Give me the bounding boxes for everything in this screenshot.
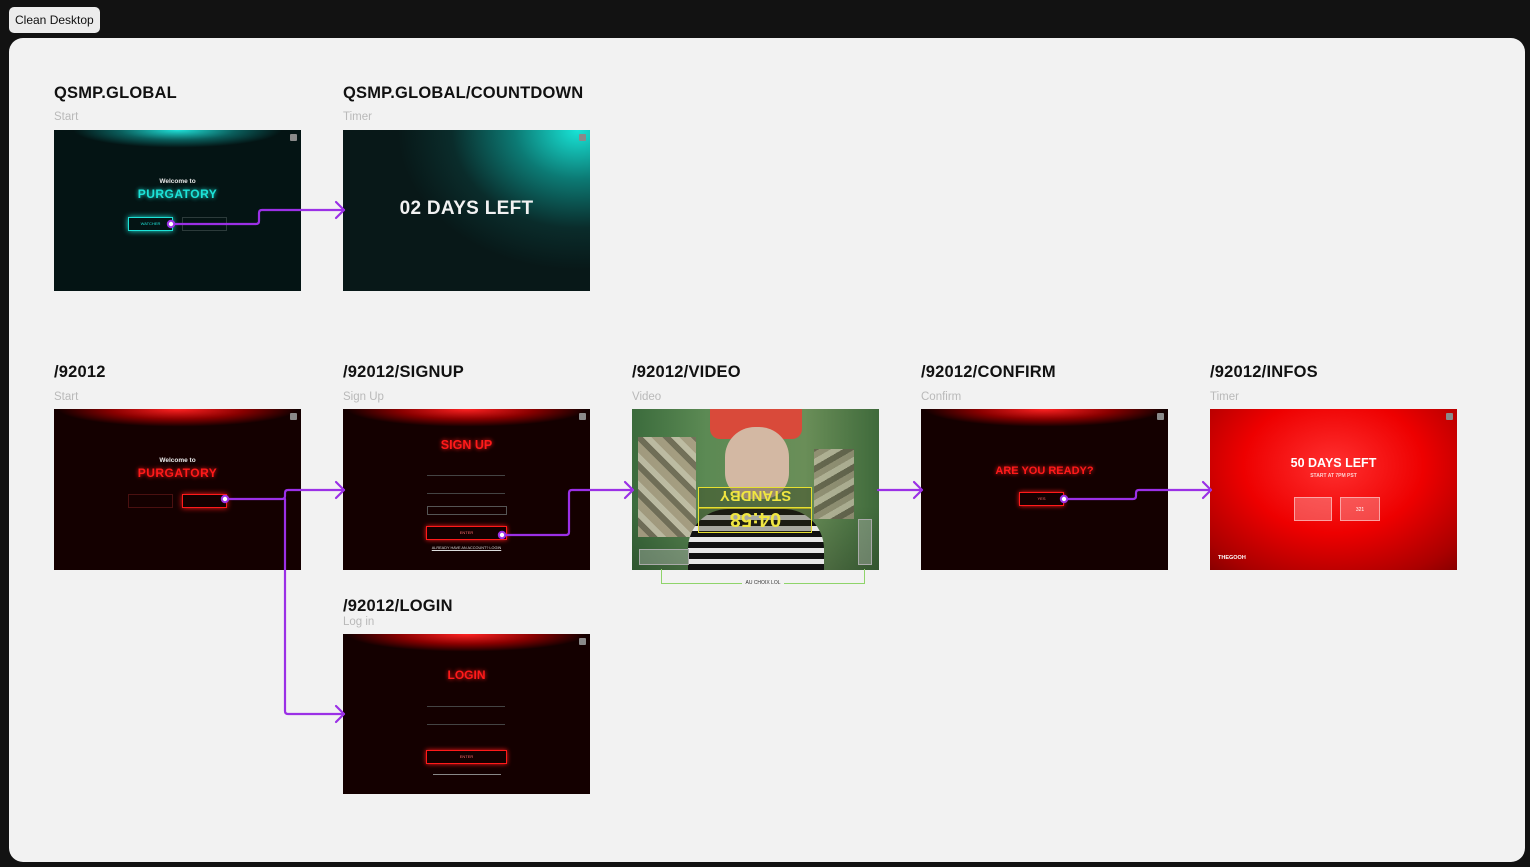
password-field[interactable] — [427, 724, 505, 725]
secondary-button[interactable] — [128, 494, 173, 508]
ready-question: ARE YOU READY? — [995, 465, 1094, 477]
bracket-label-text: AU CHOIX LOL — [742, 580, 784, 586]
info-card-2: 321 — [1340, 497, 1380, 521]
welcome-text: Welcome to — [159, 178, 196, 185]
frame-subtitle-confirm: Confirm — [921, 391, 962, 403]
enter-button[interactable]: ENTER — [426, 526, 507, 540]
frame-subtitle-countdown: Timer — [343, 111, 372, 123]
login-link[interactable]: ALREADY HAVE AN ACCOUNT? LOGIN — [343, 546, 590, 550]
frame-subtitle-login: Log in — [343, 616, 375, 628]
purgatory-heading: PURGATORY — [137, 466, 218, 480]
frame-subtitle-video: Video — [632, 391, 662, 403]
days-left-text: 50 DAYS LEFT — [1290, 456, 1377, 470]
frame-thumbnail-qsmp-global[interactable]: Welcome to PURGATORY WATCHER — [54, 130, 301, 291]
days-left-text: 02 DAYS LEFT — [399, 198, 534, 219]
frame-title-login: /92012/LOGIN — [343, 597, 453, 615]
frame-title-92012: /92012 — [54, 363, 106, 381]
control-bar-left[interactable] — [639, 549, 689, 565]
start-time-text: START AT 7PM PST — [1310, 473, 1357, 479]
close-icon — [579, 413, 586, 420]
username-field[interactable] — [427, 706, 505, 707]
timer-text: 04:58 — [729, 508, 782, 530]
signup-link[interactable] — [433, 774, 501, 775]
close-icon — [290, 413, 297, 420]
frame-title-countdown: QSMP.GLOBAL/COUNTDOWN — [343, 84, 584, 102]
watcher-button[interactable]: WATCHER — [128, 217, 173, 231]
frame-thumbnail-infos[interactable]: 50 DAYS LEFT START AT 7PM PST 321 THEGOO… — [1210, 409, 1457, 570]
frame-subtitle-signup: Sign Up — [343, 391, 384, 403]
video-bracket-label: AU CHOIX LOL — [661, 580, 865, 586]
frame-thumbnail-92012[interactable]: Welcome to PURGATORY — [54, 409, 301, 570]
frame-thumbnail-signup[interactable]: SIGN UP ENTER ALREADY HAVE AN ACCOUNT? L… — [343, 409, 590, 570]
close-icon — [1446, 413, 1453, 420]
frame-subtitle-qsmp-global: Start — [54, 111, 79, 123]
login-heading: LOGIN — [447, 668, 486, 682]
password-field[interactable] — [427, 493, 505, 494]
frame-title-video: /92012/VIDEO — [632, 363, 741, 381]
username-field[interactable] — [427, 475, 505, 476]
frame-subtitle-92012: Start — [54, 391, 79, 403]
frame-thumbnail-countdown[interactable]: 02 DAYS LEFT — [343, 130, 590, 291]
frame-title-infos: /92012/INFOS — [1210, 363, 1318, 381]
secondary-button[interactable] — [182, 217, 227, 231]
frame-title-signup: /92012/SIGNUP — [343, 363, 464, 381]
clean-desktop-button[interactable]: Clean Desktop — [9, 7, 100, 33]
email-field[interactable] — [427, 506, 507, 515]
signup-heading: SIGN UP — [440, 438, 493, 452]
close-icon — [579, 134, 586, 141]
control-bar-right[interactable] — [858, 519, 872, 565]
username-label: THEGOOH — [1218, 555, 1246, 561]
yes-button[interactable]: YES — [1019, 492, 1064, 506]
frame-thumbnail-confirm[interactable]: ARE YOU READY? YES — [921, 409, 1168, 570]
enter-button[interactable]: ENTER — [426, 750, 507, 764]
welcome-text: Welcome to — [159, 457, 196, 464]
frame-thumbnail-login[interactable]: LOGIN ENTER — [343, 634, 590, 794]
close-icon — [1157, 413, 1164, 420]
info-card-1 — [1294, 497, 1332, 521]
primary-button[interactable] — [182, 494, 227, 508]
close-icon — [579, 638, 586, 645]
frame-title-qsmp-global: QSMP.GLOBAL — [54, 84, 177, 102]
frame-title-confirm: /92012/CONFIRM — [921, 363, 1056, 381]
frame-thumbnail-video[interactable]: STANDBY 04:58 — [632, 409, 879, 570]
purgatory-heading: PURGATORY — [137, 187, 218, 201]
frame-subtitle-infos: Timer — [1210, 391, 1239, 403]
close-icon — [290, 134, 297, 141]
standby-text: STANDBY — [719, 487, 792, 504]
